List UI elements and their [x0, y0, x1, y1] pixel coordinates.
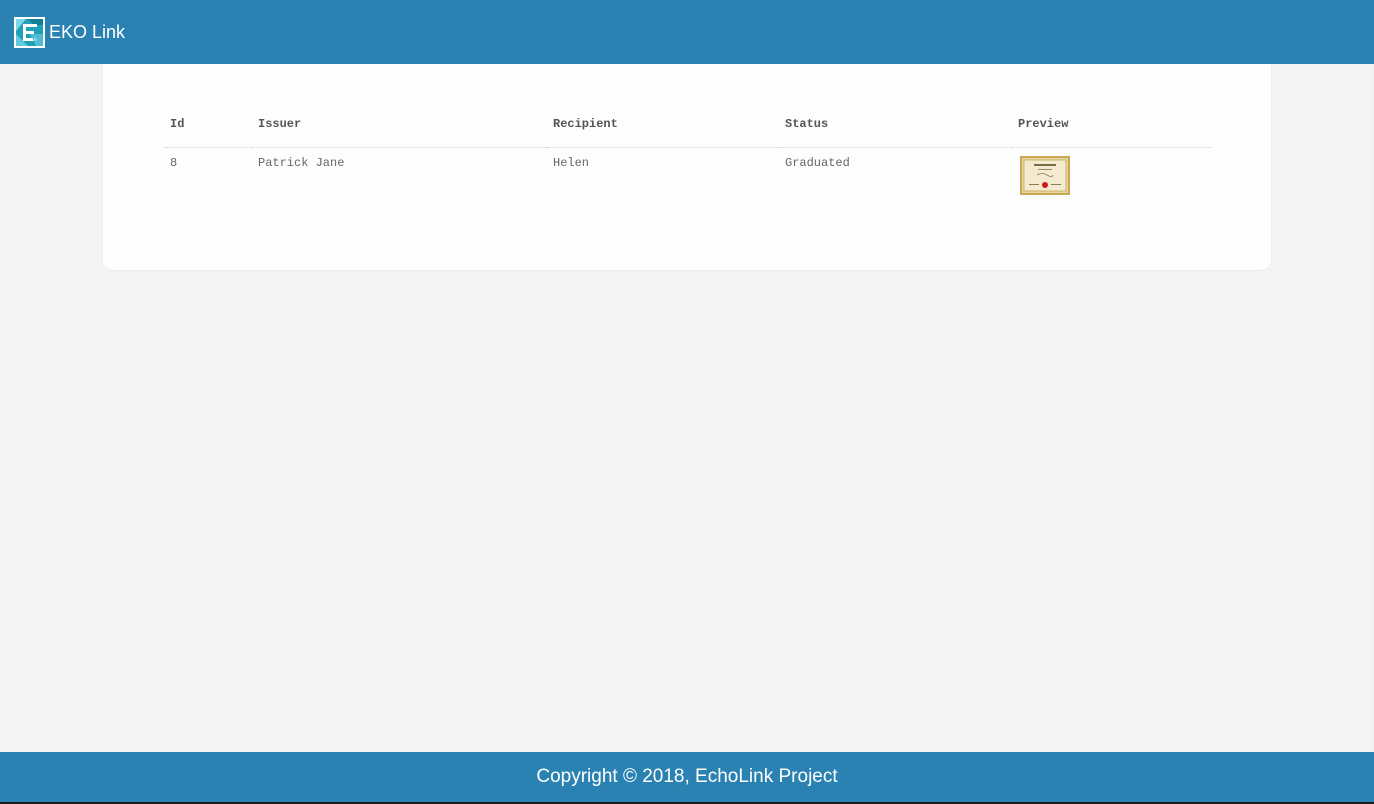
column-header-id: Id [164, 100, 252, 148]
cell-issuer: Patrick Jane [258, 156, 345, 170]
top-navbar: EKO Link [0, 0, 1374, 64]
copyright-text: Copyright © 2018, EchoLink Project [536, 766, 838, 787]
certificate-thumbnail-icon[interactable] [1020, 156, 1070, 195]
eko-logo-icon [14, 16, 45, 48]
column-header-preview: Preview [1012, 100, 1211, 148]
cell-recipient: Helen [553, 156, 590, 170]
certificates-table: Id Issuer Recipient Status Preview 8 Pat… [164, 100, 1211, 204]
cell-status: Graduated [785, 156, 850, 170]
brand-name: EKO Link [49, 21, 126, 42]
column-header-issuer: Issuer [252, 100, 547, 148]
cell-id: 8 [170, 156, 178, 170]
table-header-row: Id Issuer Recipient Status Preview [164, 100, 1211, 148]
column-header-status: Status [779, 100, 1012, 148]
certificates-card: Id Issuer Recipient Status Preview 8 Pat… [103, 64, 1271, 270]
table-row: 8 Patrick Jane Helen Graduated [164, 148, 1211, 205]
cell-preview [1012, 148, 1211, 205]
brand-link[interactable]: EKO Link [14, 16, 126, 48]
column-header-recipient: Recipient [547, 100, 779, 148]
page-footer: Copyright © 2018, EchoLink Project [0, 752, 1374, 804]
